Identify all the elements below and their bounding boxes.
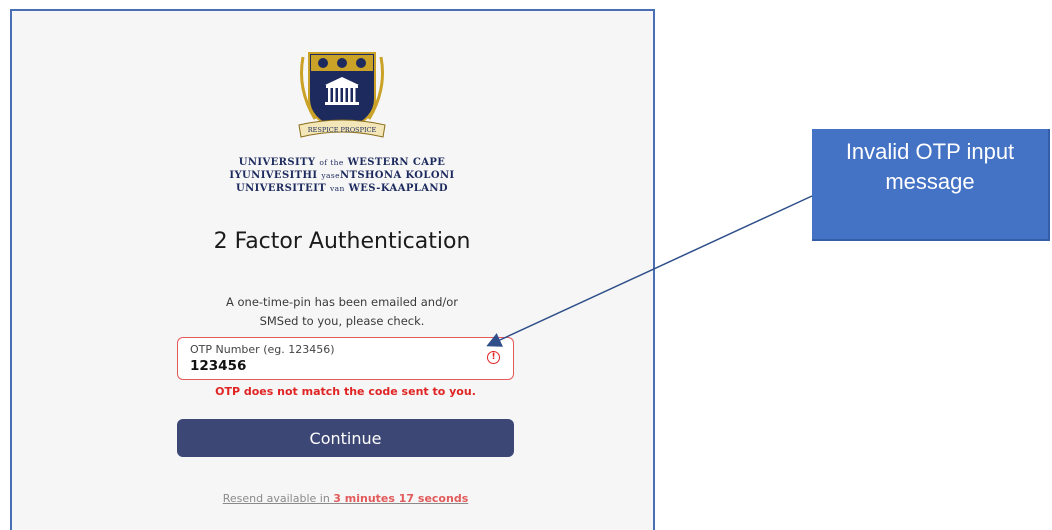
arrow-icon xyxy=(486,195,813,347)
